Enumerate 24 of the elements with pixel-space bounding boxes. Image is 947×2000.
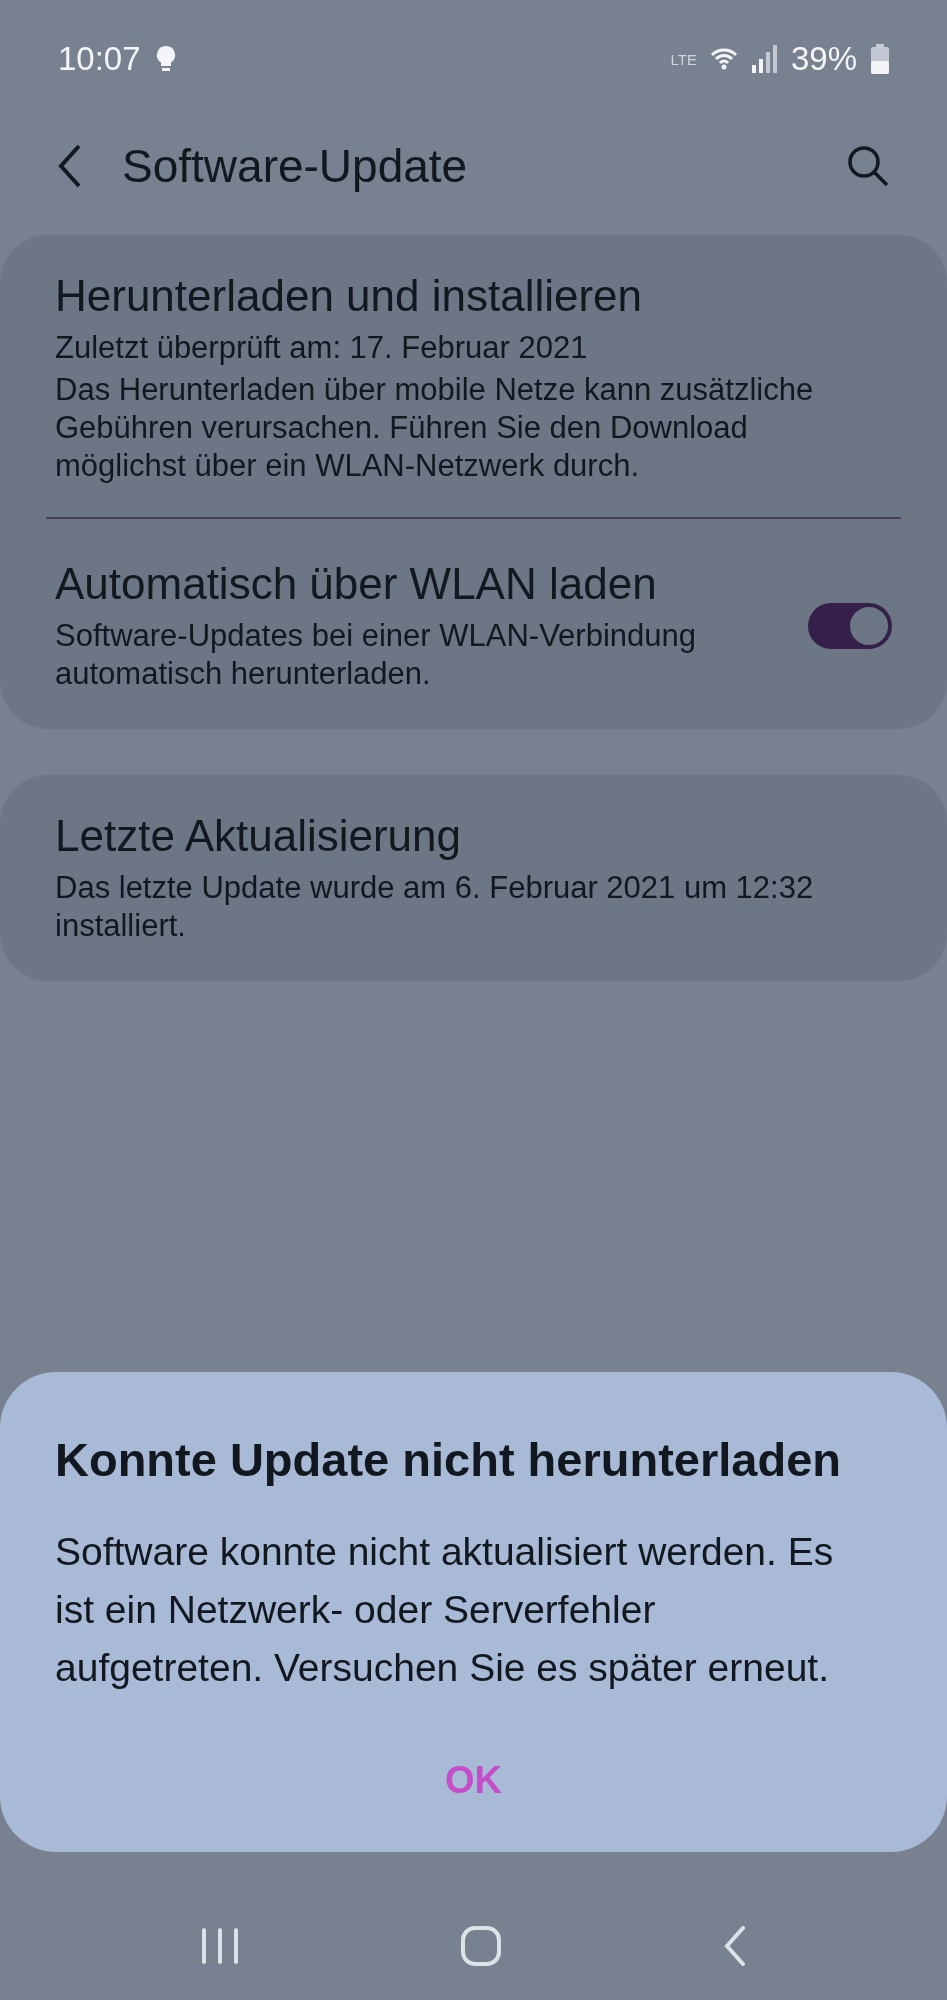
back-button[interactable] xyxy=(58,143,82,188)
setting-description: Zuletzt überprüft am: 17. Februar 2021 xyxy=(55,329,589,367)
signal-icon xyxy=(750,45,777,73)
recent-apps-button[interactable] xyxy=(200,1928,241,1964)
setting-description: Das Herunterladen über mobile Netze kann zusätzliche Gebühren verursachen. Führen Sie den Download möglichst über ein WLAN-Netzwerk durch. xyxy=(55,371,815,485)
search-button[interactable] xyxy=(847,144,889,187)
back-nav-button[interactable] xyxy=(722,1926,747,1966)
ok-button[interactable]: OK xyxy=(421,1749,526,1812)
network-type: LTE xyxy=(670,50,697,68)
page-title: Software-Update xyxy=(122,138,469,193)
setting-title: Herunterladen und installieren xyxy=(55,271,644,321)
setting-title: Letzte Aktualisierung xyxy=(55,811,463,861)
clock-time: 10:07 xyxy=(58,40,141,78)
wifi-icon xyxy=(710,48,737,70)
toggle-switch[interactable] xyxy=(808,603,892,649)
dialog-title: Konnte Update nicht herunterladen xyxy=(55,1432,842,1487)
setting-description: Software-Updates bei einer WLAN-Verbindung automatisch herunterladen. xyxy=(55,617,697,693)
home-button[interactable] xyxy=(460,1925,503,1967)
battery-percent: 39% xyxy=(790,40,857,78)
lightbulb-icon xyxy=(154,45,177,73)
dialog-message: Software konnte nicht aktualisiert werden. Es ist ein Netzwerk- oder Serverfehler aufgetreten. Versuchen Sie es später erneut. xyxy=(55,1529,835,1691)
setting-description: Das letzte Update wurde am 6. Februar 2021 um 12:32 installiert. xyxy=(55,869,815,945)
battery-icon xyxy=(871,44,889,74)
setting-title: Automatisch über WLAN laden xyxy=(55,559,658,609)
